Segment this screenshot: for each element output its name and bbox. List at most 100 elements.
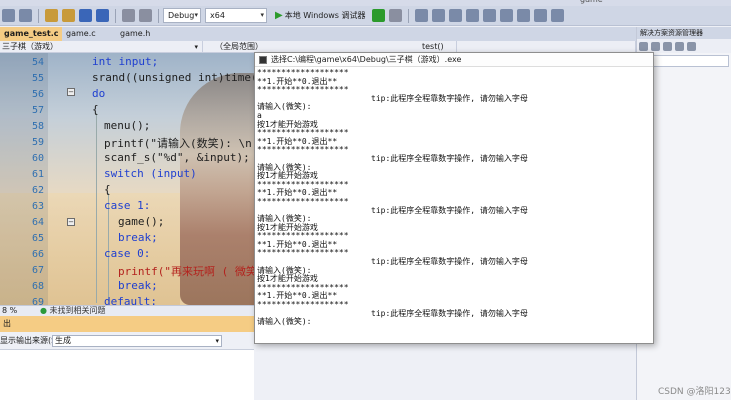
output-source-value: 生成	[55, 336, 71, 345]
output-title: 出	[3, 319, 11, 328]
settings-icon[interactable]	[687, 41, 696, 51]
console-line: tip:此程序全程靠数字操作, 请勿输入字母	[257, 257, 653, 267]
code-line: printf("请输入(数笑): \n	[104, 137, 252, 150]
toolbar-icon-d[interactable]	[465, 9, 479, 22]
line-number: 57	[31, 105, 44, 116]
config-value: Debug	[168, 11, 195, 20]
redo-icon[interactable]	[139, 9, 152, 22]
console-line: tip:此程序全程靠数字操作, 请勿输入字母	[257, 309, 653, 319]
console-title-bar[interactable]: 选择C:\编程\game\x64\Debug\三子棋（游戏）.exe	[255, 53, 653, 67]
chevron-down-icon: ▾	[260, 11, 264, 19]
config-select[interactable]: Debug ▾	[163, 8, 201, 23]
toolbar-icon-f[interactable]	[499, 9, 513, 22]
console-line-text: *******************	[257, 145, 349, 155]
save-icon[interactable]	[79, 9, 92, 22]
home-icon[interactable]	[639, 41, 648, 51]
line-number: 64	[31, 217, 44, 228]
console-line: 请输入(微笑):	[257, 317, 653, 327]
toolbar-icon-h[interactable]	[533, 9, 547, 22]
solution-explorer-toolbar	[637, 39, 731, 53]
toolbar-divider	[115, 8, 116, 23]
output-panel-header: 出	[0, 316, 254, 332]
line-number: 55	[31, 73, 44, 84]
console-app-icon	[259, 56, 267, 64]
line-number: 65	[31, 233, 44, 244]
zoom-level[interactable]: 8 %	[2, 306, 17, 316]
chevron-down-icon: ▾	[215, 337, 219, 345]
output-text-area[interactable]	[0, 350, 254, 400]
console-line-text: 请输入(微笑):	[257, 102, 312, 112]
indent-guide	[96, 113, 97, 303]
code-line: switch (input)	[104, 167, 197, 180]
console-line: 请输入(微笑):	[257, 103, 653, 112]
toolbar-divider	[407, 8, 409, 23]
fold-toggle-icon[interactable]: −	[67, 218, 75, 226]
member-value: test()	[422, 42, 444, 51]
line-number: 63	[31, 201, 44, 212]
code-line: {	[104, 183, 111, 196]
code-line: scanf_s("%d", &input);	[104, 151, 250, 164]
console-line: tip:此程序全程靠数字操作, 请勿输入字母	[257, 206, 653, 216]
window-title-right: game	[580, 0, 603, 4]
tab-label: game.h	[120, 29, 151, 38]
platform-select[interactable]: x64 ▾	[205, 8, 267, 23]
console-tip-text: tip:此程序全程靠数字操作, 请勿输入字母	[371, 153, 528, 163]
project-dropdown[interactable]: 三子棋（游戏） ▾	[0, 41, 203, 53]
toolbar-icon-b[interactable]	[431, 9, 445, 22]
collapse-icon[interactable]	[675, 41, 684, 51]
issues-indicator[interactable]: ● 未找到相关问题	[40, 306, 106, 316]
toolbar-icon-c[interactable]	[448, 9, 462, 22]
console-line: tip:此程序全程靠数字操作, 请勿输入字母	[257, 153, 653, 164]
code-line: default:	[104, 295, 157, 305]
new-file-icon[interactable]	[45, 9, 58, 22]
document-tabs: game_test.c game.c game.h	[0, 27, 636, 41]
line-number: 62	[31, 185, 44, 196]
undo-icon[interactable]	[122, 9, 135, 22]
line-number: 68	[31, 281, 44, 292]
output-source-select[interactable]: 生成 ▾	[52, 335, 222, 347]
toolbar-icon-a[interactable]	[414, 9, 428, 22]
run-label: 本地 Windows 调试器	[284, 11, 366, 20]
console-output[interactable]: ******************* **1.开始**0.退出** *******…	[257, 69, 653, 343]
refresh-icon[interactable]	[663, 41, 672, 51]
console-tip-text: tip:此程序全程靠数字操作, 请勿输入字母	[371, 93, 528, 103]
fold-toggle-icon[interactable]: −	[67, 88, 75, 96]
toolbar-icon-g[interactable]	[516, 9, 530, 22]
back-icon[interactable]	[2, 9, 15, 22]
console-line-text: *******************	[257, 248, 349, 258]
code-line: game();	[118, 215, 165, 228]
toolbar-icon-i[interactable]	[550, 9, 564, 22]
code-line: int input;	[92, 55, 159, 68]
open-folder-icon[interactable]	[62, 9, 75, 22]
console-tip-text: tip:此程序全程靠数字操作, 请勿输入字母	[371, 257, 528, 267]
line-number: 61	[31, 169, 44, 180]
main-toolbar: Debug ▾ x64 ▾ ▶ 本地 Windows 调试器	[0, 6, 731, 26]
line-number: 66	[31, 249, 44, 260]
code-line: break;	[118, 231, 158, 244]
code-line: printf("再来玩啊 ( 微笑	[118, 265, 257, 278]
run-debugger-button[interactable]: ▶ 本地 Windows 调试器	[275, 10, 366, 21]
save-all-icon[interactable]	[96, 9, 109, 22]
console-line: tip:此程序全程靠数字操作, 请勿输入字母	[257, 93, 653, 104]
tab-game-c[interactable]: game.c	[62, 27, 114, 41]
chevron-down-icon: ▾	[194, 11, 198, 19]
code-line: menu();	[104, 119, 151, 132]
code-line: case 1:	[104, 199, 151, 212]
console-line-text: *******************	[257, 300, 349, 310]
console-window[interactable]: 选择C:\编程\game\x64\Debug\三子棋（游戏）.exe *****…	[254, 52, 654, 344]
tab-game-test-c[interactable]: game_test.c	[0, 27, 62, 41]
forward-icon[interactable]	[19, 9, 32, 22]
watermark: CSDN @洛阳123	[658, 387, 731, 397]
toolbar-icon-e[interactable]	[482, 9, 496, 22]
refresh-icon[interactable]	[388, 9, 402, 22]
console-line-text: 请输入(微笑):	[257, 317, 312, 327]
start-without-debug-icon[interactable]	[371, 9, 385, 22]
sync-icon[interactable]	[651, 41, 660, 51]
tab-game-h[interactable]: game.h	[116, 27, 168, 41]
line-number: 60	[31, 153, 44, 164]
code-line: case 0:	[104, 247, 151, 260]
console-line-text: *******************	[257, 85, 349, 95]
check-circle-icon: ●	[40, 306, 47, 315]
line-number: 59	[31, 137, 44, 148]
platform-value: x64	[210, 11, 225, 20]
